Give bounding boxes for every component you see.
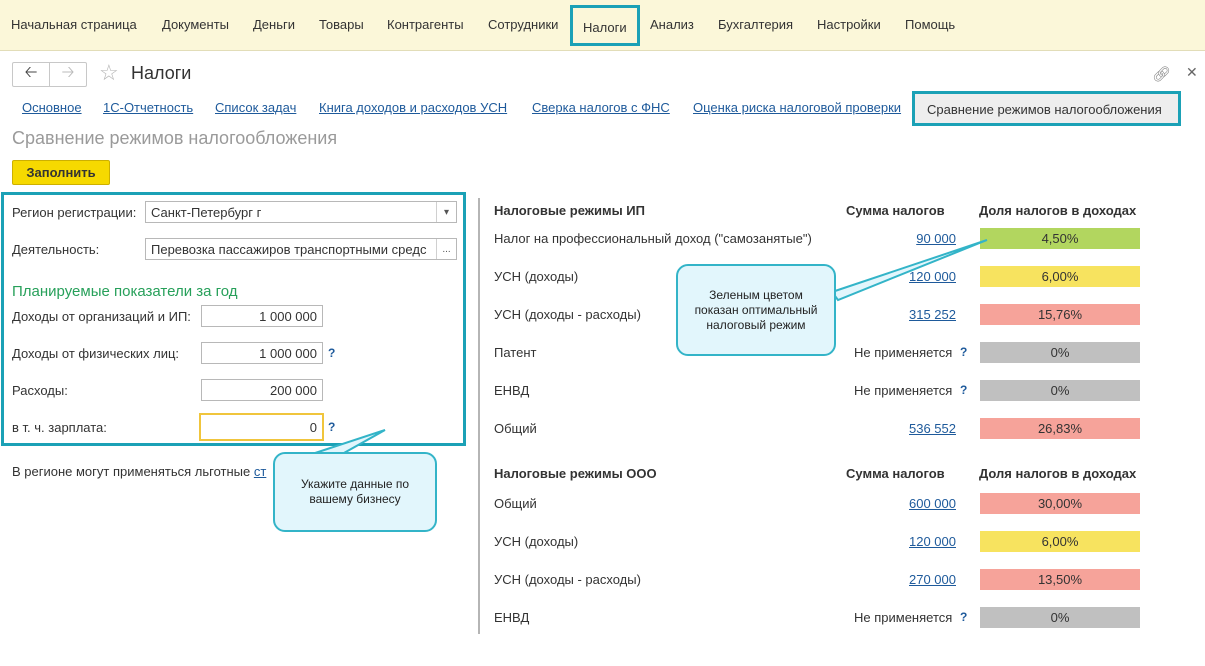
vertical-divider [478,198,480,634]
region-select[interactable]: Санкт-Петербург г ▾ [145,201,457,223]
help-icon[interactable]: ? [960,383,967,397]
ip-row-name: УСН (доходы) [494,269,579,284]
ip-share-header: Доля налогов в доходах [979,203,1137,218]
ooo-row-not-applicable: Не применяется [854,610,953,625]
activity-value: Перевозка пассажиров транспортными средс [151,242,427,257]
menu-item-counterparties[interactable]: Контрагенты [387,17,464,32]
menu-item-employees[interactable]: Сотрудники [488,17,558,32]
menu-item-analysis[interactable]: Анализ [650,17,694,32]
ip-row-not-applicable: Не применяется [854,383,953,398]
ooo-row-name: ЕНВД [494,610,530,625]
income-org-input[interactable]: 1 000 000 [201,305,323,327]
ip-row-amount[interactable]: 120 000 [909,269,956,284]
link-icon[interactable]: 🔗︎ [1152,65,1171,83]
ip-row-share: 26,83% [980,418,1140,439]
tab-regime-comparison[interactable]: Сравнение режимов налогообложения [912,91,1181,126]
section-title: Сравнение режимов налогообложения [12,128,338,148]
ip-row-amount[interactable]: 536 552 [909,421,956,436]
tab-income-book[interactable]: Книга доходов и расходов УСН [319,100,507,115]
callout-optimal-regime: Зеленым цветом показан оптимальный налог… [676,264,836,356]
menu-item-help[interactable]: Помощь [905,17,955,32]
ip-row-share: 0% [980,380,1140,401]
ip-row-not-applicable: Не применяется [854,345,953,360]
tab-reconciliation[interactable]: Сверка налогов с ФНС [532,100,670,115]
activity-field[interactable]: Перевозка пассажиров транспортными средс… [145,238,457,260]
menu-item-settings[interactable]: Настройки [817,17,881,32]
tab-main[interactable]: Основное [22,100,82,115]
tab-reporting[interactable]: 1С-Отчетность [103,100,193,115]
tab-tasks[interactable]: Список задач [215,100,296,115]
ooo-sum-header: Сумма налогов [846,466,945,481]
menu-item-taxes[interactable]: Налоги [570,5,640,46]
menu-item-goods[interactable]: Товары [319,17,364,32]
help-icon[interactable]: ? [960,345,967,359]
page-title: Налоги [131,63,192,83]
ooo-row-amount[interactable]: 120 000 [909,534,956,549]
main-menu: Начальная страница Документы Деньги Това… [0,0,1205,51]
ip-row-name: ЕНВД [494,383,530,398]
menu-item-money[interactable]: Деньги [253,17,295,32]
ip-row-share: 6,00% [980,266,1140,287]
ip-row-name: УСН (доходы - расходы) [494,307,641,322]
group-title: Планируемые показатели за год [12,283,238,300]
menu-item-documents[interactable]: Документы [162,17,229,32]
salary-label: в т. ч. зарплата: [12,420,107,435]
region-note: В регионе могут применяться льготные ст [12,464,266,479]
income-org-label: Доходы от организаций и ИП: [12,309,191,324]
ooo-row-name: УСН (доходы - расходы) [494,572,641,587]
ip-row-amount[interactable]: 315 252 [909,307,956,322]
ooo-row-share: 30,00% [980,493,1140,514]
ip-row-name: Общий [494,421,537,436]
ip-sum-header: Сумма налогов [846,203,945,218]
ooo-row-amount[interactable]: 270 000 [909,572,956,587]
chevron-down-icon[interactable]: ▾ [436,202,456,222]
region-note-link[interactable]: ст [254,464,266,479]
activity-label: Деятельность: [12,242,100,257]
ooo-row-share: 0% [980,607,1140,628]
menu-item-accounting[interactable]: Бухгалтерия [718,17,793,32]
fill-button[interactable]: Заполнить [12,160,110,185]
ip-row-name: Налог на профессиональный доход ("самоза… [494,231,812,246]
expenses-input[interactable]: 200 000 [201,379,323,401]
ooo-share-header: Доля налогов в доходах [979,466,1137,481]
select-more-button[interactable]: ... [436,239,456,259]
income-person-label: Доходы от физических лиц: [12,346,180,361]
ip-header: Налоговые режимы ИП [494,203,645,218]
help-icon[interactable]: ? [960,610,967,624]
ip-row-amount[interactable]: 90 000 [916,231,956,246]
ooo-row-amount[interactable]: 600 000 [909,496,956,511]
expenses-label: Расходы: [12,383,68,398]
ip-row-share: 0% [980,342,1140,363]
tab-risk-assessment[interactable]: Оценка риска налоговой проверки [693,100,901,115]
nav-buttons: 🡠 🡢 [12,62,87,87]
menu-item-home[interactable]: Начальная страница [11,17,137,32]
star-icon[interactable]: ☆ [99,60,119,86]
close-icon[interactable]: ✕ [1186,64,1198,81]
ip-row-share: 4,50% [980,228,1140,249]
ip-row-share: 15,76% [980,304,1140,325]
ooo-header: Налоговые режимы ООО [494,466,657,481]
arrow-right-icon[interactable]: 🡢 [49,63,86,86]
callout-enter-data: Укажите данные по вашему бизнесу [273,452,437,532]
region-value: Санкт-Петербург г [151,205,262,220]
ooo-row-share: 13,50% [980,569,1140,590]
income-person-input[interactable]: 1 000 000 [201,342,323,364]
help-icon[interactable]: ? [328,420,335,434]
region-note-text: В регионе могут применяться льготные [12,464,254,479]
ooo-row-name: УСН (доходы) [494,534,579,549]
help-icon[interactable]: ? [328,346,335,360]
salary-input[interactable]: 0 [199,413,324,441]
ooo-row-name: Общий [494,496,537,511]
ip-row-name: Патент [494,345,537,360]
ooo-row-share: 6,00% [980,531,1140,552]
arrow-left-icon[interactable]: 🡠 [13,63,49,86]
region-label: Регион регистрации: [12,205,137,220]
title-bar: 🡠 🡢 ☆ Налоги 🔗︎ ✕ [0,60,1205,90]
